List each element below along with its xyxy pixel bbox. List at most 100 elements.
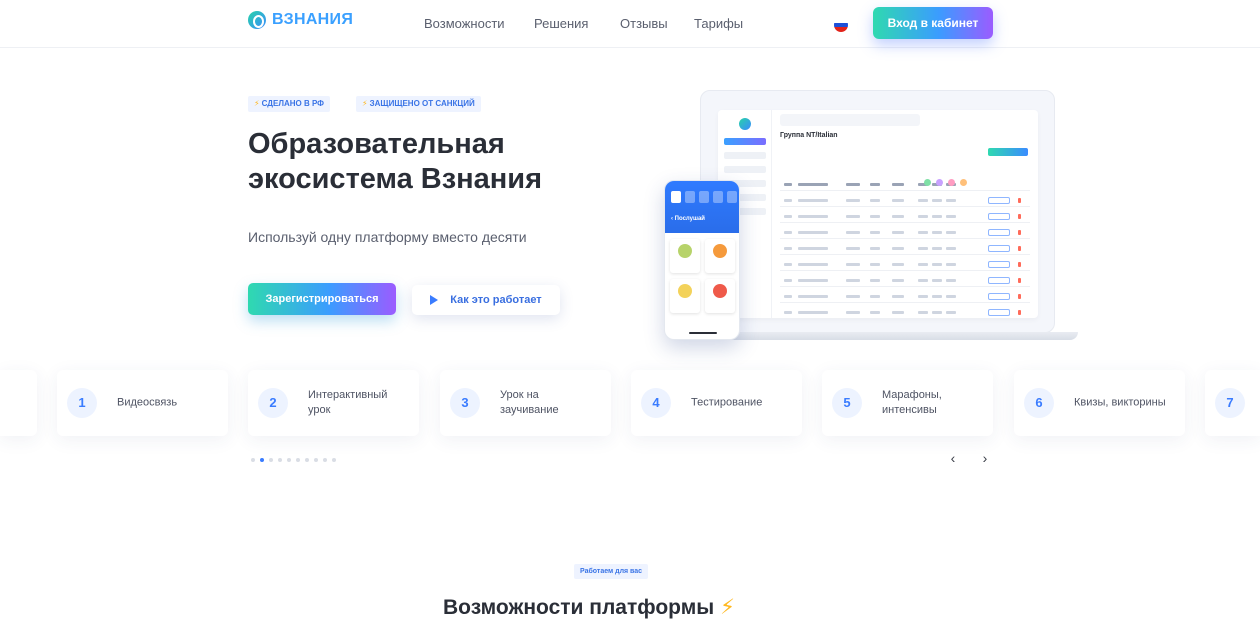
carousel-dot[interactable] [296, 458, 300, 462]
app-table-cell [870, 263, 880, 266]
app-table-divider [780, 286, 1030, 287]
trash-icon [1018, 198, 1021, 203]
app-table-cell [798, 295, 828, 298]
app-table-cell [798, 199, 828, 202]
nav-link-pricing[interactable]: Тарифы [694, 16, 743, 31]
carousel-dot[interactable] [305, 458, 309, 462]
app-row-button [988, 229, 1010, 236]
login-button[interactable]: Вход в кабинет [873, 7, 993, 39]
feature-number: 4 [641, 388, 671, 418]
badge-text: ЗАЩИЩЕНО ОТ САНКЦИЙ [369, 99, 475, 108]
register-button[interactable]: Зарегистрироваться [248, 283, 396, 315]
pear-icon [678, 244, 692, 258]
nav-link-features[interactable]: Возможности [424, 16, 505, 31]
app-table-cell [784, 295, 792, 298]
feature-card-partial[interactable]: 7 [1205, 370, 1260, 436]
feature-label: Видеосвязь [117, 396, 178, 409]
feature-card-partial[interactable] [0, 370, 37, 436]
feature-number: 3 [450, 388, 480, 418]
phone-card [670, 279, 700, 313]
app-table-cell [946, 231, 956, 234]
nav-link-reviews[interactable]: Отзывы [620, 16, 668, 31]
app-table-cell [784, 311, 792, 314]
app-sidebar-item [724, 138, 766, 145]
app-table-cell [798, 263, 828, 266]
nav-link-solutions[interactable]: Решения [534, 16, 588, 31]
fruit-icon [678, 284, 692, 298]
app-table-cell [784, 215, 792, 218]
carousel-dot[interactable] [269, 458, 273, 462]
language-flag-icon[interactable] [834, 18, 848, 32]
carousel-dot[interactable] [260, 458, 264, 462]
app-table-cell [846, 311, 860, 314]
carousel-dot[interactable] [251, 458, 255, 462]
carousel-next-icon[interactable]: › [978, 450, 992, 466]
app-table-cell [918, 295, 928, 298]
app-table-cell [946, 295, 956, 298]
app-row-button [988, 309, 1010, 316]
section-title: Возможности платформы ⚡ [443, 595, 735, 620]
feature-card[interactable]: 3 Урок на заучивание [440, 370, 611, 436]
app-table-cell [784, 183, 792, 186]
app-table-cell [784, 247, 792, 250]
app-table-cell [846, 247, 860, 250]
app-table-divider [780, 254, 1030, 255]
app-logo-icon [739, 118, 751, 130]
app-table-cell [846, 215, 860, 218]
app-table-divider [780, 222, 1030, 223]
feature-number: 7 [1215, 388, 1245, 418]
logo-icon [248, 11, 266, 29]
app-table-cell [918, 263, 928, 266]
feature-card[interactable]: 2 Интерактивный урок [248, 370, 419, 436]
feature-label: Урок на заучивание [500, 389, 559, 416]
app-table-divider [780, 206, 1030, 207]
app-table-cell [798, 279, 828, 282]
app-row-button [988, 213, 1010, 220]
carousel-dot[interactable] [314, 458, 318, 462]
trash-icon [1018, 262, 1021, 267]
carousel-pagination[interactable] [251, 458, 336, 462]
carousel-dot[interactable] [278, 458, 282, 462]
app-table-cell [892, 311, 904, 314]
carousel-dot[interactable] [332, 458, 336, 462]
carousel-dot[interactable] [323, 458, 327, 462]
app-sidebar-item [724, 166, 766, 173]
phone-tab [713, 191, 723, 203]
logo[interactable]: ВЗНАНИЯ [248, 11, 353, 29]
section-tag: Работаем для вас [574, 564, 649, 579]
badge-made-in-rf: ⚡ СДЕЛАНО В РФ [248, 96, 331, 112]
app-table-cell [946, 247, 956, 250]
app-table-cell [932, 199, 942, 202]
carousel-dot[interactable] [287, 458, 291, 462]
how-it-works-button[interactable]: Как это работает [412, 285, 560, 315]
feature-label: Квизы, викторины [1074, 396, 1166, 409]
app-table-cell [784, 231, 792, 234]
site-header: ВЗНАНИЯ Возможности Решения Отзывы Тариф… [0, 0, 1260, 48]
trash-icon [1018, 294, 1021, 299]
feature-card[interactable]: 1 Видеосвязь [57, 370, 228, 436]
feature-card[interactable]: 4 Тестирование [631, 370, 802, 436]
app-green-button [988, 148, 1028, 156]
feature-label: Интерактивный урок [308, 389, 388, 416]
app-table-cell [932, 247, 942, 250]
trash-icon [1018, 214, 1021, 219]
app-table-cell [798, 247, 828, 250]
hero-subtitle: Используй одну платформу вместо десяти [248, 229, 527, 245]
how-it-works-label: Как это работает [450, 294, 542, 306]
app-table-divider [780, 270, 1030, 271]
app-table-cell [784, 279, 792, 282]
app-table-cell [870, 183, 880, 186]
feature-card[interactable]: 6 Квизы, викторины [1014, 370, 1185, 436]
carousel-prev-icon[interactable]: ‹ [946, 450, 960, 466]
app-table-cell [846, 279, 860, 282]
app-table-cell [946, 199, 956, 202]
phone-mockup: ‹ Послушай [664, 180, 740, 340]
app-group-title: Группа NT/Italian [780, 132, 838, 139]
app-table-cell [918, 231, 928, 234]
phone-screen-label: ‹ Послушай [671, 216, 705, 222]
bolt-icon: ⚡ [720, 596, 735, 619]
trash-icon [1018, 278, 1021, 283]
app-table-divider [780, 238, 1030, 239]
feature-card[interactable]: 5 Марафоны, интенсивы [822, 370, 993, 436]
laptop-base [680, 332, 1078, 340]
